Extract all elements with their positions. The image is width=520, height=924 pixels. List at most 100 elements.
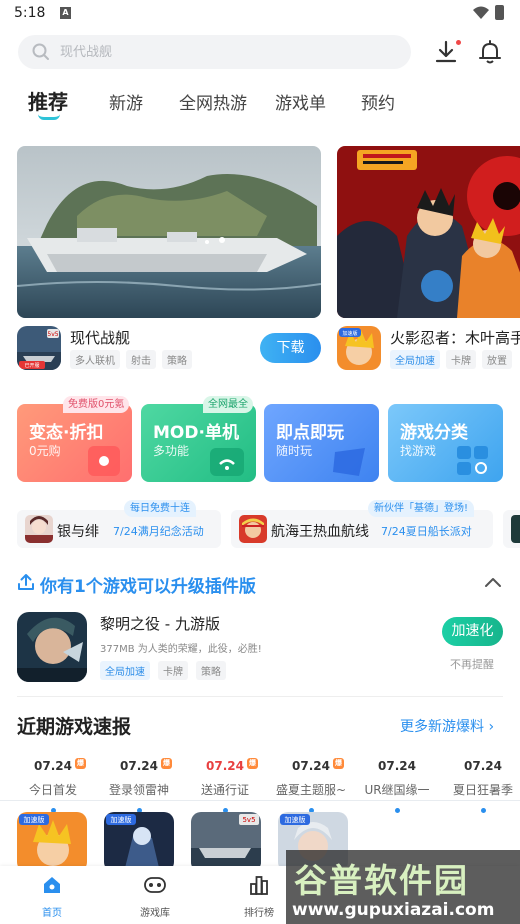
upgrade-game-desc: 377MB 为人类的荣耀，此役，必胜! [100, 644, 262, 655]
news-item[interactable]: 07.24 UR继国缘一 [354, 755, 440, 813]
game-tag: 卡牌 [446, 350, 476, 369]
news-more-link[interactable]: 更多新游爆料 › [400, 716, 494, 736]
warship-banner-image [17, 146, 321, 318]
svg-text:加速版: 加速版 [111, 815, 132, 824]
category-tabs: 推荐 新游 全网热游 游戏单 预约 [0, 84, 520, 124]
status-bar: 5:18 A [0, 0, 520, 28]
category-card-discount[interactable]: 变态·折扣 0元购 [17, 404, 132, 482]
featured-banner-warship[interactable] [17, 146, 321, 318]
category-subtitle: 找游戏 [400, 444, 437, 458]
nav-game-library[interactable]: 游戏库 [125, 874, 185, 919]
news-item[interactable]: 07.24 爆 登录领雷神 [96, 755, 182, 813]
svg-text:加速版: 加速版 [285, 815, 306, 824]
timeline-dot [394, 808, 400, 813]
silver-scarlet-icon [25, 515, 53, 543]
activity-card-partial[interactable] [503, 510, 520, 548]
svg-text:5v5: 5v5 [47, 331, 58, 338]
tab-reservations[interactable]: 预约 [361, 89, 395, 114]
tab-new-games[interactable]: 新游 [109, 89, 143, 114]
notification-a-icon: A [60, 7, 71, 19]
upgrade-icon [18, 574, 34, 590]
category-subtitle: 0元购 [29, 444, 61, 458]
nav-game-library-label: 游戏库 [140, 908, 170, 919]
status-time: 5:18 [14, 5, 46, 21]
tab-active-indicator [38, 114, 60, 120]
app-page: 5:18 A 推荐 新游 全网热游 游戏单 预约 [0, 0, 520, 924]
discount-card-icon [88, 446, 120, 476]
news-item[interactable]: 07.24 爆 送通行证 [182, 755, 268, 813]
nav-ranking[interactable]: 排行榜 [229, 874, 289, 919]
news-game-thumb[interactable]: 5v5 [191, 812, 261, 872]
news-label: UR继国缘一 [364, 783, 430, 797]
download-button[interactable]: 下载 [260, 333, 321, 363]
hot-badge: 爆 [246, 758, 258, 769]
category-title: 游戏分类 [400, 423, 468, 443]
svg-text:加速版: 加速版 [342, 330, 357, 337]
search-icon [32, 43, 49, 60]
category-title: MOD·单机 [153, 423, 239, 443]
news-item[interactable]: 07.24 爆 盛夏主题服~ [268, 755, 354, 813]
search-bar[interactable] [18, 35, 411, 69]
download-badge-dot [456, 40, 461, 45]
game-tag: 全局加速 [100, 661, 150, 680]
category-subtitle: 多功能 [153, 444, 190, 458]
ranking-icon [250, 876, 268, 895]
svg-text:已开服: 已开服 [24, 363, 39, 369]
category-title: 变态·折扣 [29, 423, 104, 443]
game-tag: 多人联机 [70, 350, 120, 369]
watermark-overlay: 谷普软件园 www.gupuxiazai.com [286, 850, 520, 924]
svg-text:加速版: 加速版 [24, 815, 45, 824]
news-game-thumb[interactable]: 加速版 [104, 812, 174, 872]
svg-text:5v5: 5v5 [242, 816, 255, 824]
category-card-classification[interactable]: 游戏分类 找游戏 [388, 404, 503, 482]
one-piece-icon [239, 515, 267, 543]
game-tag: 策略 [162, 350, 192, 369]
nav-home[interactable]: 首页 [22, 874, 82, 919]
featured-game-name: 现代战舰 [70, 329, 131, 347]
news-date: 07.24 [464, 759, 502, 773]
activity-badge: 每日免费十连 [124, 500, 196, 517]
nav-ranking-label: 排行榜 [244, 908, 274, 919]
game-tag: 卡牌 [158, 661, 188, 680]
category-card-mod[interactable]: MOD·单机 多功能 [141, 404, 256, 482]
news-label: 盛夏主题服~ [275, 783, 347, 797]
tab-recommend[interactable]: 推荐 [28, 86, 68, 115]
activity-subtitle: 7/24夏日船长派对 [381, 525, 472, 538]
news-date: 07.24 爆 [292, 758, 344, 773]
featured-game-tags: 多人联机 射击 策略 [70, 350, 192, 369]
watermark-title: 谷普软件园 [294, 861, 469, 900]
dismiss-reminder-link[interactable]: 不再提醒 [450, 656, 494, 672]
news-label: 送通行证 [200, 783, 249, 797]
game-tag: 策略 [196, 661, 226, 680]
tab-hot-games[interactable]: 全网热游 [179, 89, 247, 114]
accelerate-button[interactable]: 加速化 [442, 617, 503, 646]
upgrade-game-name: 黎明之役 - 九游版 [100, 615, 220, 633]
news-game-thumb[interactable]: 加速版 [17, 812, 87, 872]
activity-badge: 新伙伴「基德」登场! [368, 500, 475, 517]
featured-game-name-2: 火影忍者：木叶高手 [390, 329, 520, 347]
naruto-banner-image [337, 146, 520, 318]
featured-banner-naruto[interactable] [337, 146, 520, 318]
naruto-game-icon[interactable]: 加速版 [337, 326, 381, 370]
category-title: 即点即玩 [276, 423, 344, 443]
chevron-up-icon[interactable] [484, 576, 502, 588]
news-item[interactable]: 07.24 爆 今日首发 [10, 755, 96, 813]
featured-game-tags-2: 全局加速 卡牌 放置 [390, 350, 512, 369]
news-more-label: 更多新游爆料 [400, 719, 484, 735]
category-card-instant-play[interactable]: 即点即玩 随时玩 [264, 404, 379, 482]
category-subtitle: 随时玩 [276, 444, 313, 458]
tab-game-lists[interactable]: 游戏单 [275, 89, 326, 114]
battery-icon [495, 5, 504, 20]
news-date: 07.24 爆 [206, 758, 258, 773]
activity-subtitle: 7/24满月纪念活动 [113, 525, 204, 538]
news-date: 07.24 爆 [34, 758, 86, 773]
news-item[interactable]: 07.24 夏日狂暑季 [440, 755, 520, 813]
search-input[interactable] [60, 41, 390, 63]
bell-icon[interactable] [476, 38, 504, 66]
dawn-war-game-icon[interactable] [17, 612, 87, 682]
hot-badge: 爆 [160, 758, 172, 769]
news-label: 登录领雷神 [108, 783, 169, 797]
category-badge: 全网最全 [203, 396, 253, 413]
warship-game-icon[interactable]: 5v5 已开服 [17, 326, 61, 370]
news-date: 07.24 [378, 759, 416, 773]
